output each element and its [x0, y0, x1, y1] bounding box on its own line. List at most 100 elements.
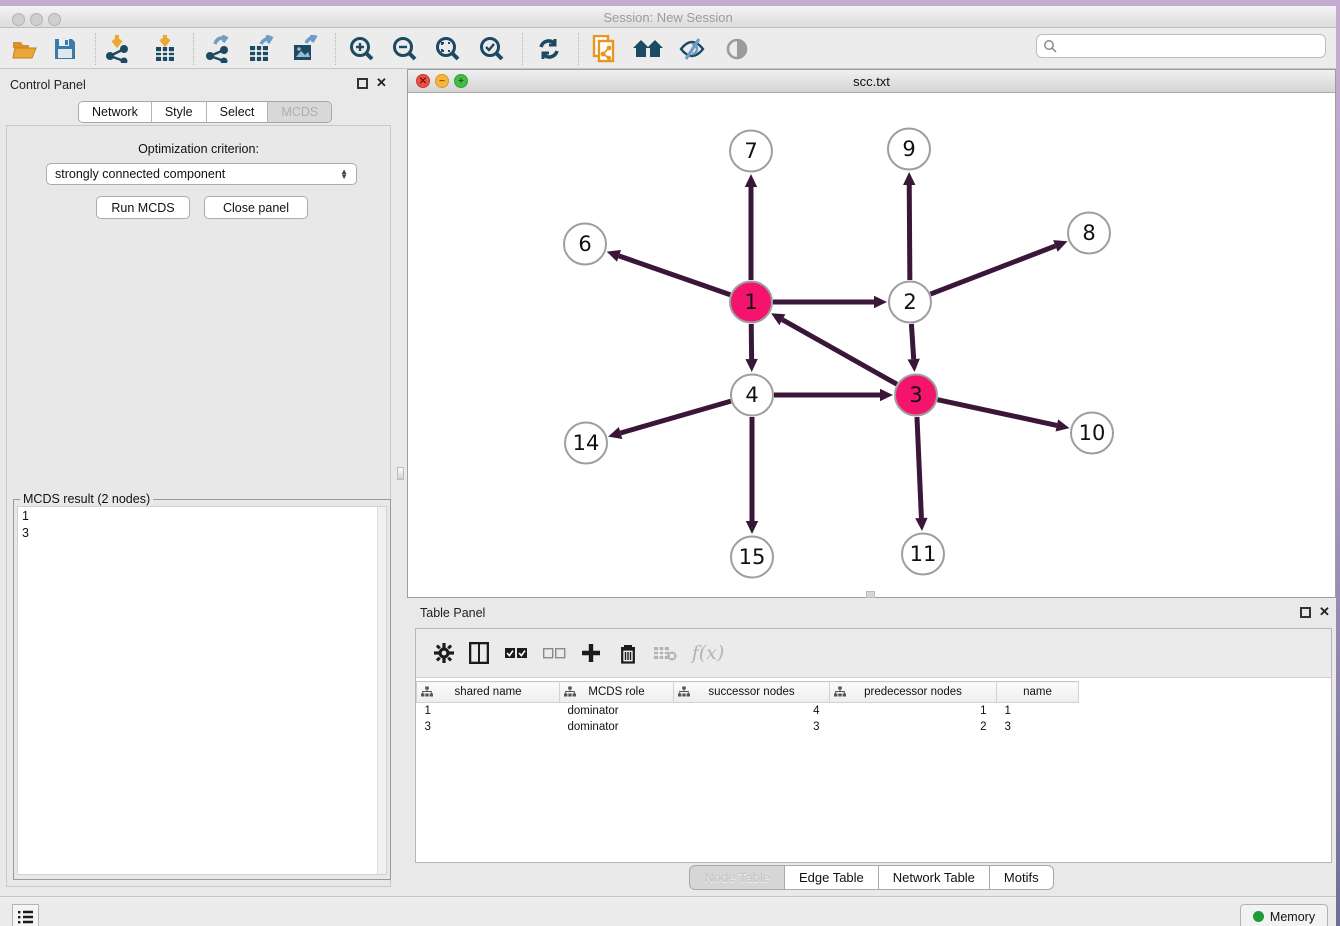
column-header-shared-name[interactable]: shared name	[417, 682, 560, 703]
edge-2-3[interactable]	[911, 324, 913, 359]
table-toolbar: f(x)	[416, 629, 1331, 678]
table-row[interactable]: 1dominator411	[417, 703, 1079, 719]
mcds-result-fieldset: MCDS result (2 nodes) 1 3	[13, 499, 391, 880]
refresh-layout-icon[interactable]	[532, 33, 566, 65]
network-window: ✕ − + scc.txt 1234678910111415	[407, 69, 1336, 598]
select-all-checkbox-icon[interactable]	[501, 638, 531, 668]
select-stepper-icon: ▲▼	[340, 169, 348, 179]
duplicate-network-icon[interactable]	[588, 33, 622, 65]
add-icon[interactable]	[576, 638, 606, 668]
cell[interactable]: 4	[674, 703, 830, 719]
status-bar: Memory	[0, 896, 1336, 926]
zoom-fit-icon[interactable]	[431, 33, 465, 65]
tab-edge-table[interactable]: Edge Table	[785, 865, 879, 890]
screen: Session: New Session	[0, 0, 1340, 926]
cell[interactable]: 3	[417, 719, 560, 735]
export-image-icon[interactable]	[288, 33, 322, 65]
edge-2-8[interactable]	[931, 246, 1056, 294]
float-panel-icon[interactable]	[357, 78, 368, 89]
cell[interactable]: dominator	[560, 703, 674, 719]
mcds-result-scrollbar[interactable]	[377, 507, 386, 874]
column-header-successor-nodes[interactable]: successor nodes	[674, 682, 830, 703]
gear-icon[interactable]	[429, 638, 459, 668]
run-mcds-button[interactable]: Run MCDS	[96, 196, 190, 219]
mcds-result-text[interactable]: 1 3	[17, 506, 387, 875]
panel-splitter[interactable]	[395, 69, 407, 896]
control-panel-title: Control Panel	[10, 78, 86, 92]
zoom-selected-icon[interactable]	[475, 33, 509, 65]
tab-network[interactable]: Network	[79, 102, 151, 122]
tab-motifs[interactable]: Motifs	[990, 865, 1054, 890]
close-panel-button[interactable]: Close panel	[204, 196, 308, 219]
cell[interactable]: dominator	[560, 719, 674, 735]
tab-network-table[interactable]: Network Table	[879, 865, 990, 890]
cell[interactable]: 1	[830, 703, 997, 719]
network-resize-grip[interactable]	[866, 591, 875, 598]
edge-arrow-2-3	[907, 359, 919, 372]
cell[interactable]: 3	[997, 719, 1079, 735]
memory-button[interactable]: Memory	[1240, 904, 1328, 926]
node-table[interactable]: shared nameMCDS rolesuccessor nodesprede…	[416, 681, 1331, 735]
edge-1-6[interactable]	[619, 256, 730, 295]
export-network-icon[interactable]	[201, 33, 235, 65]
edge-2-9[interactable]	[909, 185, 910, 280]
optimization-criterion-value: strongly connected component	[55, 167, 225, 181]
edge-arrow-3-10	[1056, 419, 1070, 431]
node-label-2: 2	[903, 290, 916, 314]
column-header-MCDS-role[interactable]: MCDS role	[560, 682, 674, 703]
edge-arrow-1-2	[874, 296, 887, 308]
tab-style[interactable]: Style	[151, 102, 206, 122]
splitter-handle[interactable]	[397, 467, 404, 480]
import-network-icon[interactable]	[101, 33, 135, 65]
node-label-1: 1	[744, 290, 757, 314]
home-neighbors-icon[interactable]	[631, 33, 665, 65]
task-list-button[interactable]	[12, 904, 39, 926]
app-window: Session: New Session	[0, 6, 1336, 926]
column-header-predecessor-nodes[interactable]: predecessor nodes	[830, 682, 997, 703]
column-header-name[interactable]: name	[997, 682, 1079, 703]
export-table-icon[interactable]	[244, 33, 278, 65]
cell[interactable]: 3	[674, 719, 830, 735]
save-session-icon[interactable]	[48, 33, 82, 65]
search-box[interactable]	[1036, 34, 1326, 58]
cell[interactable]: 1	[417, 703, 560, 719]
table-box: f(x) shared nameMCDS rolesuccessor nodes…	[415, 628, 1332, 863]
app-title: Session: New Session	[0, 10, 1336, 25]
memory-status-icon	[1253, 911, 1264, 922]
close-panel-icon[interactable]: ✕	[376, 76, 387, 90]
cell[interactable]: 2	[830, 719, 997, 735]
node-label-15: 15	[739, 545, 766, 569]
zoom-in-icon[interactable]	[345, 33, 379, 65]
mcds-result-title: MCDS result (2 nodes)	[20, 492, 153, 506]
table-close-icon[interactable]: ✕	[1319, 605, 1330, 619]
hide-selected-icon[interactable]	[675, 33, 709, 65]
open-file-icon[interactable]	[8, 33, 42, 65]
edge-3-1[interactable]	[782, 320, 896, 385]
column-chooser-icon[interactable]	[464, 638, 494, 668]
table-row[interactable]: 3dominator323	[417, 719, 1079, 735]
node-label-9: 9	[902, 137, 915, 161]
edge-3-10[interactable]	[938, 400, 1057, 426]
edge-4-14[interactable]	[621, 401, 731, 433]
optimization-criterion-select[interactable]: strongly connected component ▲▼	[46, 163, 357, 185]
search-input[interactable]	[1058, 36, 1325, 56]
table-panel: Table Panel ✕	[407, 598, 1336, 896]
show-all-icon[interactable]	[720, 33, 754, 65]
deselect-all-checkbox-icon[interactable]	[539, 638, 569, 668]
node-label-11: 11	[910, 542, 937, 566]
import-table-icon[interactable]	[148, 33, 182, 65]
network-canvas[interactable]: 1234678910111415	[408, 93, 1335, 597]
tab-select[interactable]: Select	[206, 102, 268, 122]
node-label-3: 3	[909, 383, 922, 407]
tab-mcds[interactable]: MCDS	[267, 102, 331, 122]
delete-icon[interactable]	[613, 638, 643, 668]
edge-3-11[interactable]	[917, 417, 921, 518]
tab-node-table[interactable]: Node Table	[689, 865, 785, 890]
network-titlebar: ✕ − + scc.txt	[408, 70, 1335, 93]
table-tabs: Node TableEdge TableNetwork TableMotifs	[407, 865, 1336, 890]
node-label-10: 10	[1079, 421, 1106, 445]
cell[interactable]: 1	[997, 703, 1079, 719]
table-float-icon[interactable]	[1300, 607, 1311, 618]
zoom-out-icon[interactable]	[388, 33, 422, 65]
edge-arrow-1-6	[607, 250, 621, 262]
